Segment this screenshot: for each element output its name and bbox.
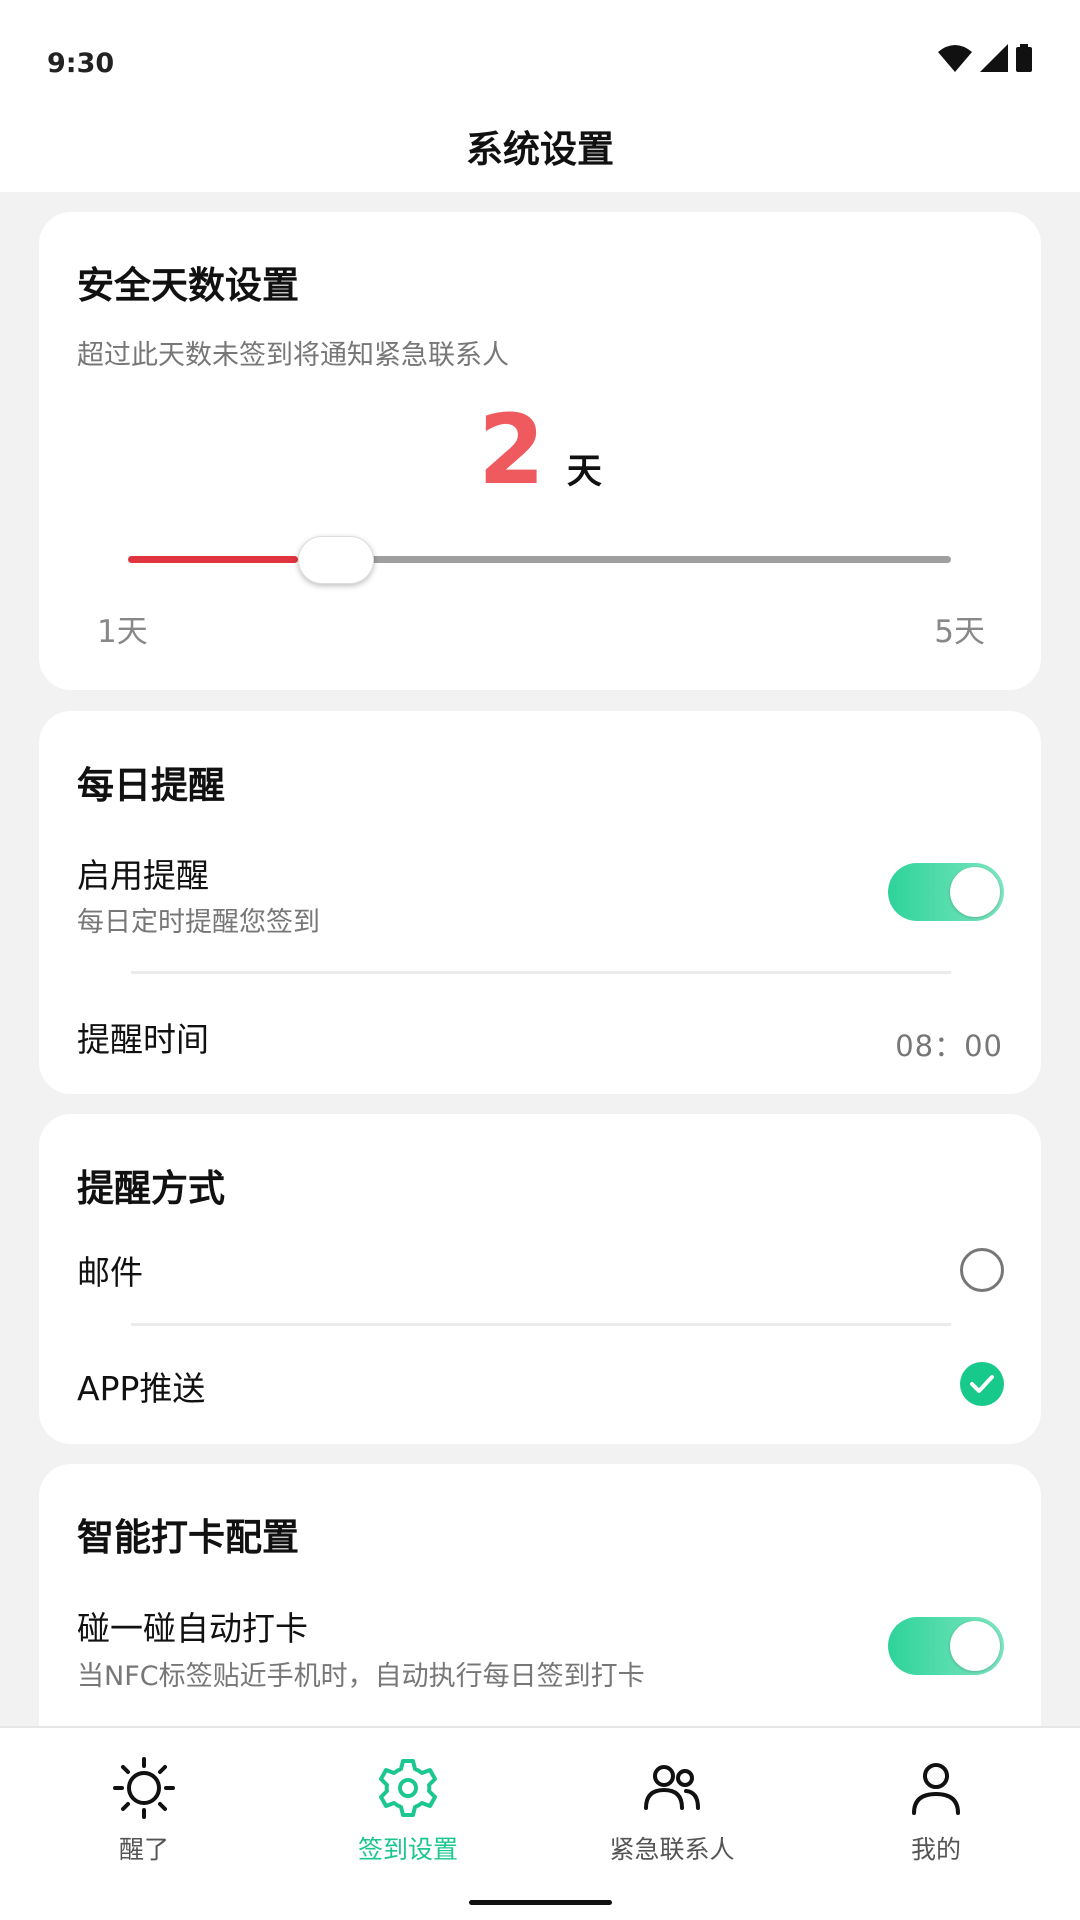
safe-days-value: 2 [478,394,545,506]
enable-reminder-label: 启用提醒 [77,856,209,895]
enable-reminder-sub: 每日定时提醒您签到 [77,907,320,938]
home-indicator[interactable] [469,1900,612,1905]
nav-label-mine: 我的 [910,1835,961,1864]
contacts-icon [644,1765,700,1810]
battery-icon [1016,44,1032,72]
enable-reminder-toggle[interactable] [888,863,1004,921]
smart-checkin-title: 智能打卡配置 [77,1516,299,1559]
app-push-radio[interactable] [960,1362,1004,1406]
reminder-method-card: 提醒方式 邮件 APP推送 [39,1114,1041,1444]
safe-days-description: 超过此天数未签到将通知紧急联系人 [77,340,509,371]
slider-max-label: 5天 [934,614,985,650]
safe-days-unit: 天 [566,452,602,492]
days-slider-thumb[interactable] [298,536,374,584]
person-icon [912,1763,960,1815]
safe-days-title: 安全天数设置 [77,264,299,307]
gear-icon [379,1759,437,1817]
sun-icon [113,1757,175,1819]
nfc-checkin-label: 碰一碰自动打卡 [77,1609,308,1648]
divider [131,971,951,974]
status-time: 9:30 [47,48,115,79]
page-title: 系统设置 [466,128,614,171]
header: 系统设置 [0,100,1080,192]
safe-days-value-display: 2 天 [39,402,1041,498]
slider-track[interactable] [298,556,951,563]
email-radio[interactable] [960,1248,1004,1292]
toggle-knob [950,867,1000,917]
reminder-time-value[interactable]: 08：00 [895,1023,1003,1065]
nfc-checkin-sub: 当NFC标签贴近手机时，自动执行每日签到打卡 [77,1661,645,1692]
method-app-push-label: APP推送 [77,1369,206,1408]
nav-label-checkin-settings: 签到设置 [357,1835,458,1864]
toggle-knob [950,1621,1000,1671]
nav-item-wake[interactable]: 醒了 [44,1756,244,1866]
slider-track-filled [128,556,298,563]
nfc-checkin-toggle[interactable] [888,1617,1004,1675]
nav-item-emergency-contacts[interactable]: 紧急联系人 [572,1756,772,1866]
wifi-icon [938,45,972,72]
safe-days-card: 安全天数设置 超过此天数未签到将通知紧急联系人 2 天 1天 5天 [39,212,1041,690]
bottom-nav: 醒了 签到设置 紧急联系人 我的 [0,1726,1080,1920]
daily-reminder-title: 每日提醒 [77,764,225,807]
divider [131,1323,951,1326]
reminder-time-label: 提醒时间 [77,1020,209,1059]
check-icon [970,1375,994,1393]
status-icons [938,44,1032,72]
nav-label-wake: 醒了 [118,1835,169,1864]
daily-reminder-card: 每日提醒 启用提醒 每日定时提醒您签到 提醒时间 08：00 [39,711,1041,1094]
nav-item-mine[interactable]: 我的 [836,1756,1036,1866]
nav-item-checkin-settings[interactable]: 签到设置 [308,1756,508,1866]
method-email-label: 邮件 [77,1253,143,1292]
nav-label-emergency-contacts: 紧急联系人 [609,1835,735,1864]
slider-min-label: 1天 [97,614,148,650]
signal-icon [980,44,1008,72]
reminder-method-title: 提醒方式 [77,1167,225,1210]
smart-checkin-card: 智能打卡配置 碰一碰自动打卡 当NFC标签贴近手机时，自动执行每日签到打卡 [39,1464,1041,1764]
